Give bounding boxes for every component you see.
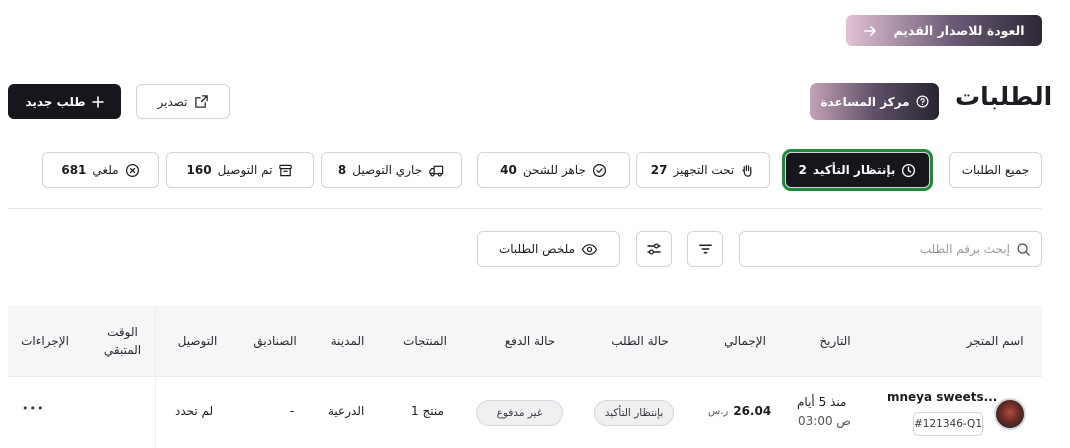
store-avatar [994, 398, 1026, 430]
column-header-city: المدينة [330, 334, 365, 348]
tab-awaiting-confirmation[interactable]: 2 بإنتظار التأكيد [782, 149, 933, 191]
section-divider [8, 208, 1042, 209]
tab-in-preparation[interactable]: 27 تحت التجهيز [636, 152, 770, 188]
row-actions-menu[interactable]: ••• [22, 402, 44, 415]
archive-icon [278, 163, 293, 178]
tab-count: 160 [186, 163, 212, 177]
arrow-right-icon [863, 24, 877, 38]
orders-summary-button[interactable]: ملخص الطلبات [477, 231, 620, 267]
tab-label: جميع الطلبات [961, 163, 1030, 177]
order-date: منذ 5 أيام [797, 395, 847, 409]
export-button[interactable]: تصدير [136, 84, 230, 119]
x-circle-icon [125, 163, 140, 178]
tab-out-for-delivery[interactable]: 8 جاري التوصيل [321, 152, 462, 188]
row-separator [8, 376, 1042, 377]
plus-icon [91, 95, 104, 108]
order-total: ر.س 26.04 [708, 404, 771, 418]
tab-ready-to-ship[interactable]: 40 جاهز للشحن [477, 152, 630, 188]
column-header-status: حالة الطلب [611, 334, 669, 348]
store-name[interactable]: mneya sweets... [887, 390, 997, 404]
tab-count: 2 [798, 163, 807, 177]
column-header-actions: الإجراءات [21, 334, 69, 348]
payment-status-badge: غير مدفوع [476, 400, 563, 426]
column-header-boxes: الصناديق [253, 334, 297, 348]
column-header-total: الإجمالي [724, 334, 766, 348]
tab-cancelled[interactable]: 681 ملغي [42, 152, 159, 188]
tab-count: 681 [61, 163, 87, 177]
filter-icon [698, 242, 713, 256]
delivery-method: لم تحدد [175, 404, 214, 418]
remaining-time-line1: الوقت [107, 325, 138, 339]
export-icon [194, 94, 209, 109]
check-circle-icon [592, 163, 607, 178]
column-settings-button[interactable] [636, 231, 672, 267]
total-amount: 26.04 [733, 404, 772, 418]
eye-icon [581, 243, 598, 256]
tab-all-orders[interactable]: جميع الطلبات [949, 152, 1042, 188]
tab-count: 8 [337, 163, 347, 177]
total-currency: ر.س [708, 406, 729, 417]
truck-icon [428, 163, 445, 178]
sticky-column-divider [155, 306, 156, 448]
column-header-delivery: التوصيل [177, 334, 218, 348]
clock-icon [901, 163, 916, 178]
search-icon [1016, 242, 1031, 257]
products-count: 1 منتج [411, 404, 444, 418]
back-button-label: العودة للاصدار القديم [893, 23, 1025, 38]
column-header-store: اسم المتجر [966, 334, 1024, 348]
tab-label: تحت التجهيز [673, 163, 735, 177]
tab-label: جاري التوصيل [352, 163, 423, 177]
column-header-products: المنتجات [403, 334, 447, 348]
order-id[interactable]: #121346-Q1 [913, 412, 983, 436]
tab-count: 27 [650, 163, 668, 177]
help-circle-icon [916, 95, 929, 108]
tab-label: بإنتظار التأكيد [812, 163, 896, 177]
back-to-old-version-button[interactable]: العودة للاصدار القديم [846, 15, 1042, 46]
page-title: الطلبات [955, 82, 1053, 111]
search-placeholder: إبحث برقم الطلب [919, 242, 1010, 256]
export-button-label: تصدير [157, 94, 188, 109]
tab-count: 40 [500, 163, 517, 177]
column-header-date: التاريخ [819, 334, 851, 348]
tab-delivered[interactable]: 160 تم التوصيل [166, 152, 314, 188]
help-center-button[interactable]: مركز المساعدة [810, 83, 939, 120]
column-header-payment: حالة الدفع [504, 334, 556, 348]
new-order-button[interactable]: طلب جديد [8, 84, 121, 119]
filter-button[interactable] [687, 231, 723, 267]
hand-icon [740, 163, 755, 178]
tab-label: ملغي [92, 163, 119, 177]
help-button-label: مركز المساعدة [820, 94, 910, 109]
city: الدرعية [328, 404, 365, 418]
order-time: 03:00 ص [798, 414, 851, 428]
sliders-icon [646, 242, 662, 256]
summary-button-label: ملخص الطلبات [498, 242, 576, 256]
order-status-badge: بإنتظار التأكيد [594, 400, 674, 426]
column-header-remaining-time: الوقت المتبقي [85, 306, 160, 376]
boxes-count: - [290, 404, 295, 418]
tab-label: تم التوصيل [217, 163, 273, 177]
search-input[interactable]: إبحث برقم الطلب [739, 231, 1042, 267]
new-order-label: طلب جديد [25, 94, 86, 109]
tab-label: جاهز للشحن [522, 163, 586, 177]
remaining-time-line2: المتبقي [103, 343, 142, 357]
